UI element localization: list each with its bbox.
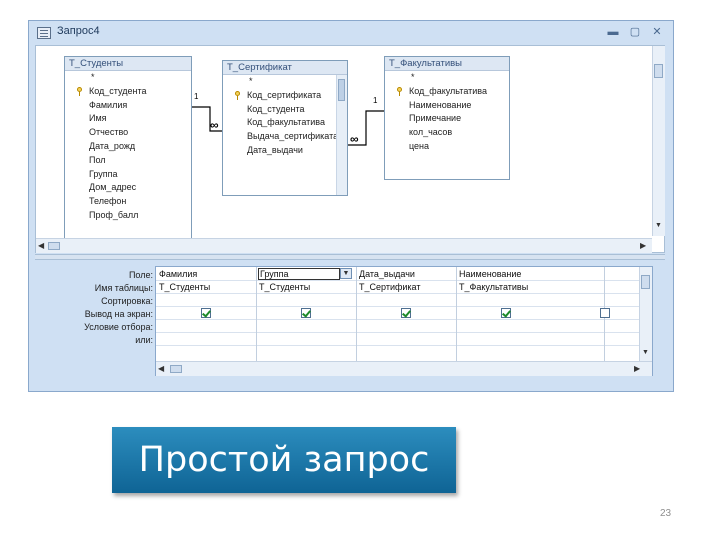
design-pane: Т_Студенты * Код_студента Фамилия Имя От… [35,45,665,253]
cell-table[interactable]: Т_Сертификат [359,281,420,293]
scroll-thumb[interactable] [48,242,60,250]
window-title: Запрос4 [57,25,100,37]
row-label-show: Вывод на экран: [84,309,153,319]
query-design-grid[interactable]: Фамилия Т_Студенты Группа ▼ Т_Студенты Д… [155,266,653,376]
scroll-down-arrow-icon[interactable]: ▼ [642,349,649,356]
page-number: 23 [660,508,672,519]
show-checkbox[interactable] [401,308,411,318]
scroll-thumb[interactable] [641,275,650,289]
title-bar: Запрос4 ▬ ▢ ✕ [29,21,673,45]
grid-column[interactable]: Наименование Т_Факультативы [456,267,610,375]
show-checkbox[interactable] [201,308,211,318]
scroll-down-arrow-icon[interactable]: ▼ [655,222,662,229]
relation-many-label: ∞ [210,118,219,132]
show-checkbox[interactable] [301,308,311,318]
query-grid-pane: Поле: Имя таблицы: Сортировка: Вывод на … [35,262,665,390]
cell-field-selected[interactable]: Группа [258,268,340,280]
grid-column[interactable]: Группа ▼ Т_Студенты [256,267,357,375]
restore-button[interactable]: ▢ [627,24,643,40]
relationship-lines [192,106,384,146]
cell-table[interactable]: Т_Студенты [159,281,210,293]
design-vertical-scrollbar[interactable]: ▼ [652,46,665,236]
query-window: Запрос4 ▬ ▢ ✕ Т_Студенты * Код_студента … [28,20,674,392]
relation-one-label: 1 [194,92,199,101]
row-label-table: Имя таблицы: [94,283,153,293]
field-dropdown-icon[interactable]: ▼ [340,268,352,279]
grid-horizontal-scrollbar[interactable]: ◀ ▶ [156,361,652,376]
query-icon [37,27,51,39]
slide-caption: Простой запрос [138,440,430,480]
relation-many-label: ∞ [350,132,359,146]
scroll-thumb[interactable] [654,64,663,78]
scroll-left-arrow-icon[interactable]: ◀ [38,241,44,250]
cell-field[interactable]: Дата_выдачи [359,268,415,280]
cell-table[interactable]: Т_Факультативы [459,281,528,293]
grid-column[interactable]: Дата_выдачи Т_Сертификат [356,267,457,375]
scroll-right-arrow-icon[interactable]: ▶ [634,364,640,373]
row-label-field: Поле: [128,270,153,280]
grid-column[interactable]: Фамилия Т_Студенты [156,267,257,375]
cell-field[interactable]: Фамилия [159,268,197,280]
cell-field[interactable]: Наименование [459,268,521,280]
cell-table[interactable]: Т_Студенты [259,281,310,293]
row-label-sort: Сортировка: [101,296,153,306]
grid-vertical-scrollbar[interactable]: ▼ [639,267,652,361]
show-checkbox[interactable] [501,308,511,318]
scroll-thumb[interactable] [170,365,182,373]
row-label-or: или: [135,335,153,345]
relation-one-label: 1 [373,96,378,105]
scroll-left-arrow-icon[interactable]: ◀ [158,364,164,373]
pane-splitter[interactable] [35,254,665,260]
close-button[interactable]: ✕ [649,24,665,40]
scroll-right-arrow-icon[interactable]: ▶ [640,241,646,250]
row-label-criteria: Условие отбора: [84,322,153,332]
show-checkbox[interactable] [600,308,610,318]
minimize-button[interactable]: ▬ [605,24,621,40]
design-horizontal-scrollbar[interactable]: ◀ ▶ [36,238,652,253]
slide-caption-box: Простой запрос [112,427,456,493]
